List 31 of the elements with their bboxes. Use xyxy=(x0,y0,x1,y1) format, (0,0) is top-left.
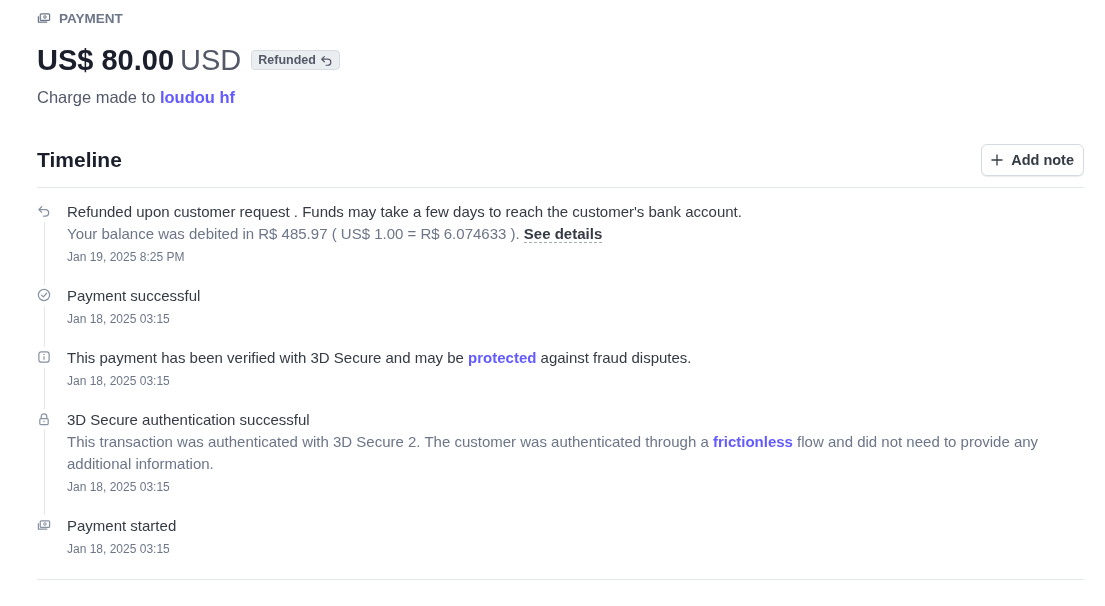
event-time: Jan 18, 2025 03:15 xyxy=(67,374,171,388)
currency-code: USD xyxy=(180,43,242,77)
link[interactable]: See details xyxy=(523,225,603,243)
event-time: Jan 19, 2025 8:25 PM xyxy=(67,250,186,264)
event-time: Jan 18, 2025 03:15 xyxy=(67,312,171,326)
section-title: Timeline xyxy=(37,148,122,172)
amount: US$ 80.00 xyxy=(37,43,175,77)
event-detail: Your balance was debited in R$ 485.97 ( US$ 1.00 = R$ 6.074633 ). See details xyxy=(67,224,604,245)
event-time: Jan 18, 2025 03:15 xyxy=(67,480,171,494)
status-badge: Refunded xyxy=(251,50,340,70)
event-title: This payment has been verified with 3D Secure and may be protected against fraud disputes. xyxy=(67,348,693,368)
section-label: PAYMENT xyxy=(59,10,123,26)
lock-icon xyxy=(37,412,51,426)
refund-arrow-icon xyxy=(319,53,333,67)
plus-icon xyxy=(991,154,1004,166)
cash-icon xyxy=(37,518,51,532)
event-title: Payment successful xyxy=(67,286,202,306)
add-note-button[interactable]: Add note xyxy=(981,144,1084,176)
charge-description: Charge made to loudou hf xyxy=(37,88,237,107)
event-title: Payment started xyxy=(67,516,178,536)
link[interactable]: frictionless xyxy=(712,433,793,450)
link[interactable]: loudou hf xyxy=(159,88,236,106)
event-title: 3D Secure authentication successful xyxy=(67,410,311,430)
event-title: Refunded upon customer request . Funds may take a few days to reach the customer's bank account. xyxy=(67,202,743,222)
info-icon xyxy=(37,350,51,364)
event-time: Jan 18, 2025 03:15 xyxy=(67,542,171,556)
cash-icon xyxy=(37,11,51,25)
event-detail: This transaction was authenticated with 3D Secure 2. The customer was authenticated through a frictionless flow and did not need to provide any additional information. xyxy=(67,432,1040,474)
link[interactable]: protected xyxy=(468,349,537,366)
check-circle-icon xyxy=(37,288,51,302)
refund-arrow-icon xyxy=(37,204,51,218)
